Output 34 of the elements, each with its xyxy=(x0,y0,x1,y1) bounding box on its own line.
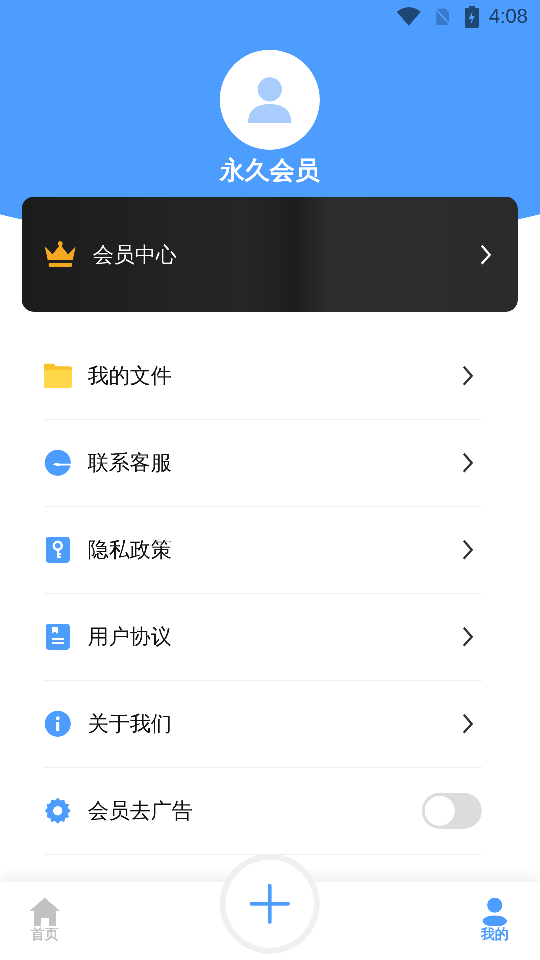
chevron-right-icon xyxy=(462,365,474,387)
member-name: 永久会员 xyxy=(220,155,320,187)
menu-label: 我的文件 xyxy=(88,363,173,390)
crown-icon xyxy=(44,241,77,268)
menu-item[interactable]: 我的文件 xyxy=(44,333,482,420)
menu-item[interactable]: 会员去广告 xyxy=(44,768,482,855)
chevron-right-icon xyxy=(462,713,474,735)
toggle-switch[interactable] xyxy=(422,793,482,829)
menu-label: 隐私政策 xyxy=(88,537,173,564)
battery-icon xyxy=(465,6,480,28)
menu-item[interactable]: 隐私政策 xyxy=(44,507,482,594)
menu-label: 联系客服 xyxy=(88,450,173,477)
vip-center-label: 会员中心 xyxy=(93,242,178,268)
folder-icon xyxy=(44,363,72,389)
menu-label: 用户协议 xyxy=(88,624,173,651)
home-icon xyxy=(30,898,60,926)
chevron-right-icon xyxy=(462,452,474,474)
chevron-right-icon xyxy=(462,539,474,561)
chevron-right-icon xyxy=(462,626,474,648)
vip-center-card[interactable]: 会员中心 xyxy=(22,197,518,312)
document-icon xyxy=(44,624,72,650)
chevron-right-icon xyxy=(480,244,492,266)
person-icon xyxy=(480,898,510,926)
status-time: 4:08 xyxy=(489,6,528,28)
menu-item[interactable]: 用户协议 xyxy=(44,594,482,681)
menu-item[interactable]: 联系客服 xyxy=(44,420,482,507)
wifi-icon xyxy=(397,7,422,27)
menu-label: 关于我们 xyxy=(88,711,173,738)
plus-icon xyxy=(250,884,290,924)
settings-icon xyxy=(44,798,72,824)
menu-item[interactable]: 关于我们 xyxy=(44,681,482,768)
info-icon xyxy=(44,711,72,737)
key-icon xyxy=(44,537,72,563)
menu-label: 会员去广告 xyxy=(88,798,194,825)
